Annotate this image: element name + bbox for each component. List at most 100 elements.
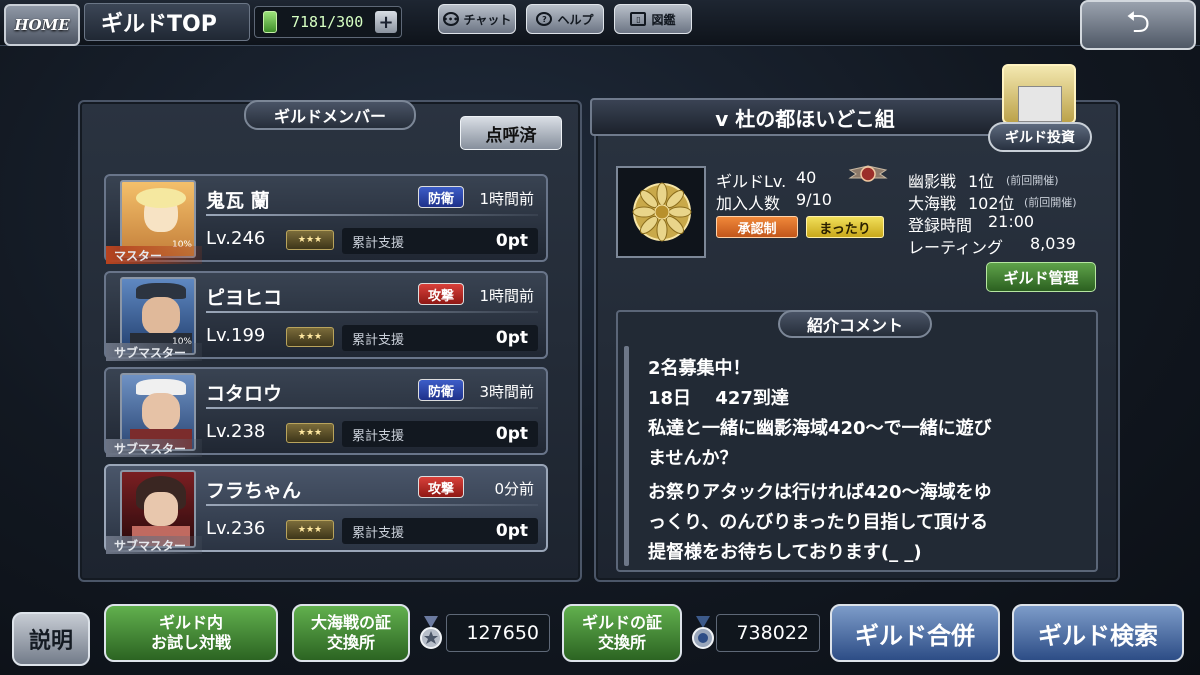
guild-exchange-label-2: 交換所 — [597, 633, 646, 652]
status-badge: 防衛 — [418, 379, 464, 401]
members-count-label: 加入人数 — [716, 194, 781, 213]
fuel-counter: 7181/300 + — [254, 6, 402, 38]
member-name: 鬼瓦 蘭 — [206, 190, 270, 212]
rank-chip-icon: ★★★ — [286, 230, 334, 250]
building-shape — [1018, 86, 1062, 122]
trial-label-1: ギルド内 — [158, 613, 223, 632]
guild-level-label: ギルドLv. — [716, 172, 787, 191]
divider — [206, 311, 538, 313]
book-button[interactable]: ▯ 図鑑 — [614, 4, 692, 34]
comment-line-1: 2名募集中！ — [648, 358, 751, 379]
member-level: Lv.238 — [206, 421, 266, 442]
last-active: 1時間前 — [479, 287, 534, 305]
wing-emblem-icon — [848, 165, 888, 182]
guild-manage-button[interactable]: ギルド管理 — [986, 262, 1096, 292]
member-level: Lv.236 — [206, 518, 266, 539]
sea-battle-note: (前回開催) — [1024, 196, 1077, 209]
sea-exchange-label-1: 大海戦の証 — [310, 613, 391, 632]
portrait-hair — [136, 188, 186, 208]
support-label: 累計支援 — [352, 525, 405, 541]
sea-exchange-value: 127650 — [446, 614, 550, 652]
last-active: 3時間前 — [479, 383, 534, 401]
member-level: Lv.246 — [206, 228, 266, 249]
back-arrow-icon: ⮌ — [1125, 4, 1151, 40]
style-tag: まったり — [806, 216, 884, 238]
guild-exchange-button[interactable]: ギルドの証 交換所 — [562, 604, 682, 662]
sea-exchange-button[interactable]: 大海戦の証 交換所 — [292, 604, 410, 662]
comment-line-2: 18日 427到達 — [648, 388, 789, 409]
portrait-face — [144, 492, 178, 526]
chat-label: チャット — [463, 12, 512, 27]
medal-icon — [420, 616, 442, 649]
support-box: 累計支援 0pt — [342, 325, 538, 351]
guild-invest-button[interactable]: ギルド投資 — [988, 64, 1092, 158]
trial-battle-button[interactable]: ギルド内 お試し対戦 — [104, 604, 278, 662]
guild-search-button[interactable]: ギルド検索 — [1012, 604, 1184, 662]
divider — [206, 504, 538, 506]
add-fuel-button[interactable]: + — [375, 11, 397, 33]
member-name: コタロウ — [206, 383, 283, 405]
comment-scrollbar[interactable] — [624, 346, 629, 566]
trial-label-2: お試し対戦 — [150, 633, 231, 652]
rating-value: 8,039 — [1030, 234, 1076, 253]
member-row-1[interactable]: 10% マスター 鬼瓦 蘭 防衛 1時間前 Lv.246 ★★★ 累計支援 0p… — [104, 174, 548, 264]
shadow-battle-note: (前回開催) — [1006, 174, 1059, 187]
book-label: 図鑑 — [651, 12, 676, 27]
member-name: ピヨヒコ — [206, 287, 283, 309]
status-badge: 攻撃 — [418, 476, 464, 498]
member-row-4[interactable]: サブマスター フラちゃん 攻撃 0分前 Lv.236 ★★★ 累計支援 0pt — [104, 464, 548, 554]
fuel-icon — [263, 11, 277, 33]
comment-line-4: ませんか？ — [648, 448, 738, 469]
explain-button[interactable]: 説明 — [12, 612, 90, 666]
book-icon: ▯ — [630, 12, 647, 26]
support-label: 累計支援 — [352, 332, 405, 348]
support-box: 累計支援 0pt — [342, 421, 538, 447]
comment-line-3: 私達と一緒に幽影海域420〜で一緒に遊び — [648, 418, 992, 439]
help-label: ヘルプ — [557, 12, 594, 27]
login-time-value: 21:00 — [988, 212, 1035, 231]
last-active: 1時間前 — [479, 190, 534, 208]
role-label: サブマスター — [106, 343, 202, 361]
members-count-value: 9/10 — [796, 190, 832, 209]
guild-merge-button[interactable]: ギルド合併 — [830, 604, 1000, 662]
guild-exchange-label-1: ギルドの証 — [581, 613, 662, 632]
support-box: 累計支援 0pt — [342, 228, 538, 254]
members-panel-title: ギルドメンバー — [244, 100, 416, 130]
help-button[interactable]: ? ヘルプ — [526, 4, 604, 34]
member-row-2[interactable]: 10% サブマスター ピヨヒコ 攻撃 1時間前 Lv.199 ★★★ 累計支援 … — [104, 271, 548, 361]
invest-label: ギルド投資 — [988, 122, 1092, 152]
guild-emblem — [616, 166, 706, 258]
member-row-3[interactable]: サブマスター コタロウ 防衛 3時間前 Lv.238 ★★★ 累計支援 0pt — [104, 367, 548, 457]
approval-tag: 承認制 — [716, 216, 798, 238]
back-button[interactable]: ⮌ — [1080, 0, 1196, 50]
guild-emblem-icon — [632, 182, 692, 242]
home-button[interactable]: HOME — [4, 4, 80, 46]
support-label: 累計支援 — [352, 235, 405, 251]
shadow-battle-label: 幽影戦 — [908, 172, 957, 191]
guild-name: v 杜の都ほいどこ組 — [715, 106, 895, 131]
support-points: 0pt — [495, 521, 528, 541]
support-points: 0pt — [495, 328, 528, 348]
status-badge: 防衛 — [418, 186, 464, 208]
role-label: マスター — [106, 246, 202, 264]
member-level: Lv.199 — [206, 325, 266, 346]
portrait-face — [142, 393, 180, 431]
chat-button[interactable]: ••• チャット — [438, 4, 516, 34]
support-points: 0pt — [495, 231, 528, 251]
divider — [206, 214, 538, 216]
rank-chip-icon: ★★★ — [286, 327, 334, 347]
rank-chip-icon: ★★★ — [286, 423, 334, 443]
comment-line-6: っくり、のんびりまったり目指して頂ける — [648, 512, 989, 533]
chat-icon: ••• — [442, 12, 459, 26]
rank-chip-icon: ★★★ — [286, 520, 334, 540]
support-label: 累計支援 — [352, 428, 405, 444]
fuel-value: 7181/300 — [291, 13, 364, 31]
status-badge: 攻撃 — [418, 283, 464, 305]
sea-exchange-label-2: 交換所 — [326, 633, 375, 652]
member-name: フラちゃん — [206, 480, 302, 502]
last-active: 0分前 — [494, 480, 534, 498]
page-title: ギルドTOP — [84, 3, 250, 41]
login-time-label: 登録時間 — [908, 216, 973, 235]
shadow-battle-rank: 1位 — [968, 172, 995, 191]
rollcall-button[interactable]: 点呼済 — [460, 116, 562, 150]
